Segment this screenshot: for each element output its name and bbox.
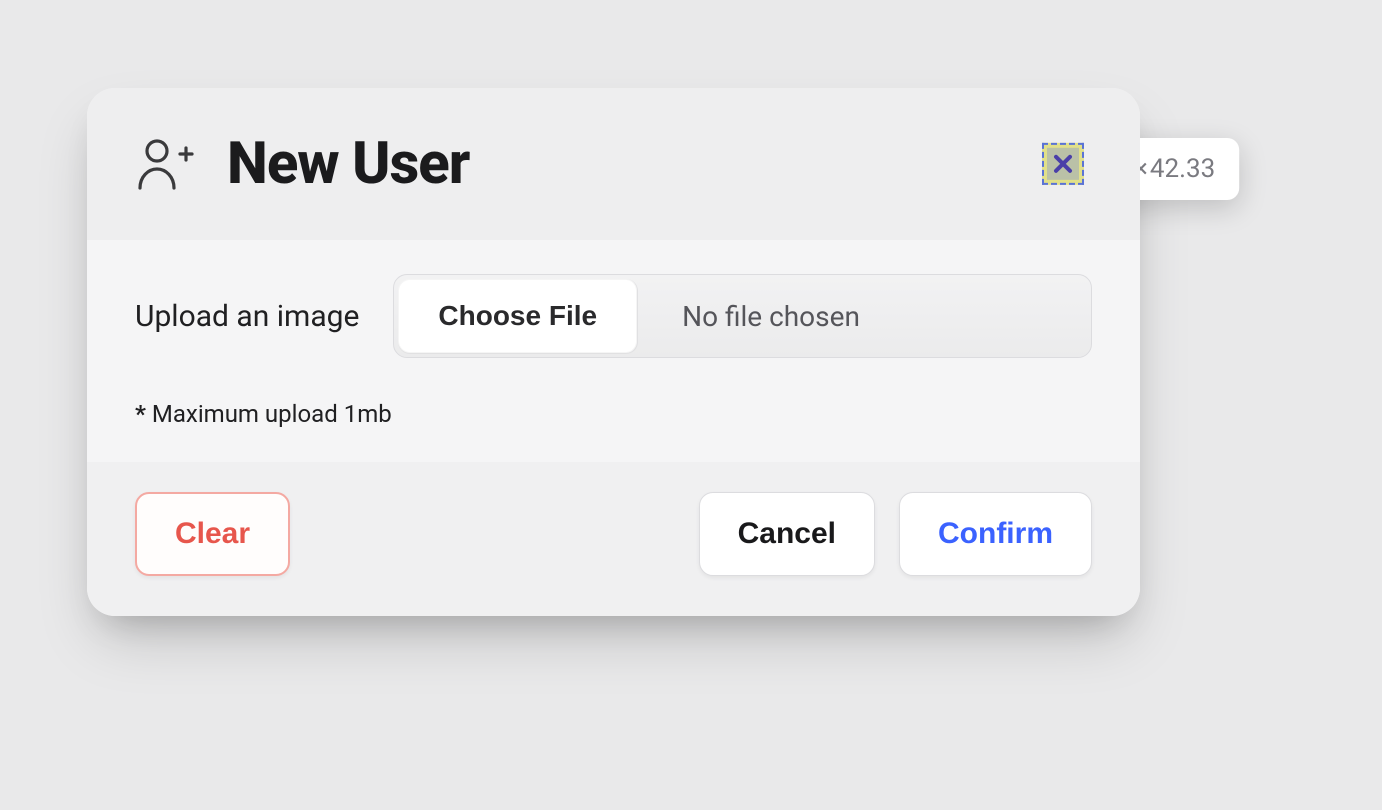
dialog-header: New User [87, 88, 1140, 240]
add-user-icon [135, 136, 195, 192]
file-status-text: No file chosen [642, 275, 1091, 357]
dialog-body: Upload an image Choose File No file chos… [87, 240, 1140, 462]
cancel-button[interactable]: Cancel [699, 492, 875, 576]
clear-button[interactable]: Clear [135, 492, 290, 576]
file-input[interactable]: Choose File No file chosen [393, 274, 1092, 358]
dialog-footer: Clear Cancel Confirm [87, 462, 1140, 616]
upload-hint: *Maximum upload 1mb [135, 400, 1092, 428]
close-button[interactable] [1042, 143, 1084, 185]
choose-file-button[interactable]: Choose File [398, 279, 638, 353]
upload-hint-text: Maximum upload 1mb [152, 400, 392, 428]
dialog-title: New User [227, 130, 469, 198]
upload-row: Upload an image Choose File No file chos… [135, 274, 1092, 358]
new-user-dialog: button 42.33×42.33 New User [87, 88, 1140, 616]
required-star: * [135, 400, 146, 428]
upload-label: Upload an image [135, 299, 359, 334]
confirm-button[interactable]: Confirm [899, 492, 1092, 576]
close-icon [1047, 148, 1079, 180]
